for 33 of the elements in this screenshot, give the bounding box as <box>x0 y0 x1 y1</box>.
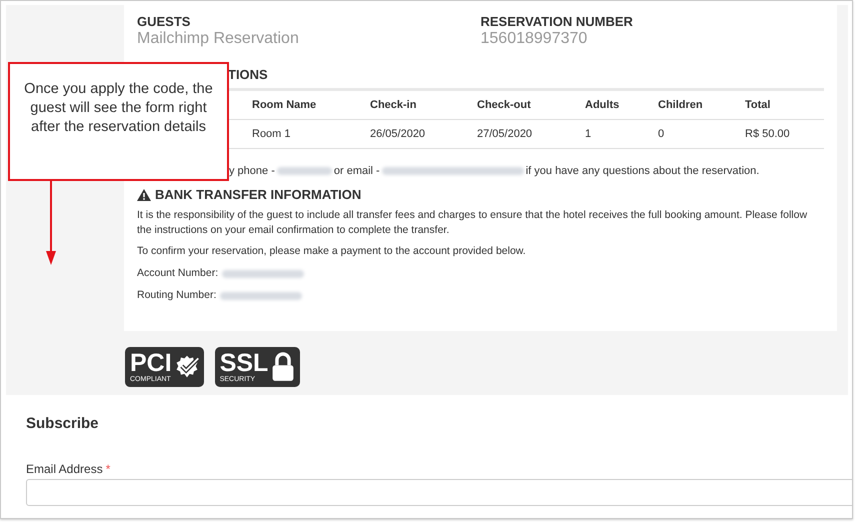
warning-icon <box>137 188 151 200</box>
guests-label: GUESTS <box>137 14 192 29</box>
email-input-field[interactable] <box>26 479 852 506</box>
table-cell: 27/05/2020 <box>477 120 585 148</box>
column-header: Check-out <box>477 90 585 120</box>
section-heading: TIONS <box>227 67 269 84</box>
redacted-text <box>276 167 332 175</box>
email-field-label: Email Address <box>26 462 103 476</box>
column-header: Adults <box>585 90 658 120</box>
phone-label: y phone - <box>229 165 275 177</box>
column-header: Room Name <box>252 90 370 120</box>
table-cell: 0 <box>658 120 745 148</box>
bank-transfer-heading: BANK TRANSFER INFORMATION <box>155 187 362 202</box>
callout-text: Once you apply the code, the guest will see the form right after the reservation details <box>24 81 213 135</box>
table-cell: 26/05/2020 <box>370 120 477 148</box>
table-cell: 1 <box>585 120 658 148</box>
guests-value: Mailchimp Reservation <box>137 30 300 48</box>
bank-field-label: Account Number: <box>137 266 218 281</box>
required-mark: * <box>106 462 110 476</box>
bank-transfer-text: It is the responsibility of the guest to include all transfer fees and charges to ensure that the hotel receives the full booking amount. Please follow the instructions on your email confirmation to complete the transfer. <box>137 208 808 238</box>
column-header: Check-in <box>370 90 477 120</box>
subscribe-heading: Subscribe <box>26 415 100 432</box>
bank-field-label: Routing Number: <box>137 288 216 303</box>
padlock-icon <box>270 352 296 382</box>
table-cell: Room 1 <box>252 120 370 148</box>
contact-note: if you have any questions about the reservation. <box>526 165 760 177</box>
reservation-number-value: 156018997370 <box>480 30 588 48</box>
email-label: or email - <box>334 165 380 177</box>
column-header: Children <box>658 90 745 120</box>
reservation-number-label: RESERVATION NUMBER <box>480 14 634 29</box>
bank-transfer-text: To confirm your reservation, please make a payment to the account provided below. <box>137 244 527 259</box>
column-header: Total <box>745 90 824 120</box>
table-cell: R$ 50.00 <box>745 120 824 148</box>
